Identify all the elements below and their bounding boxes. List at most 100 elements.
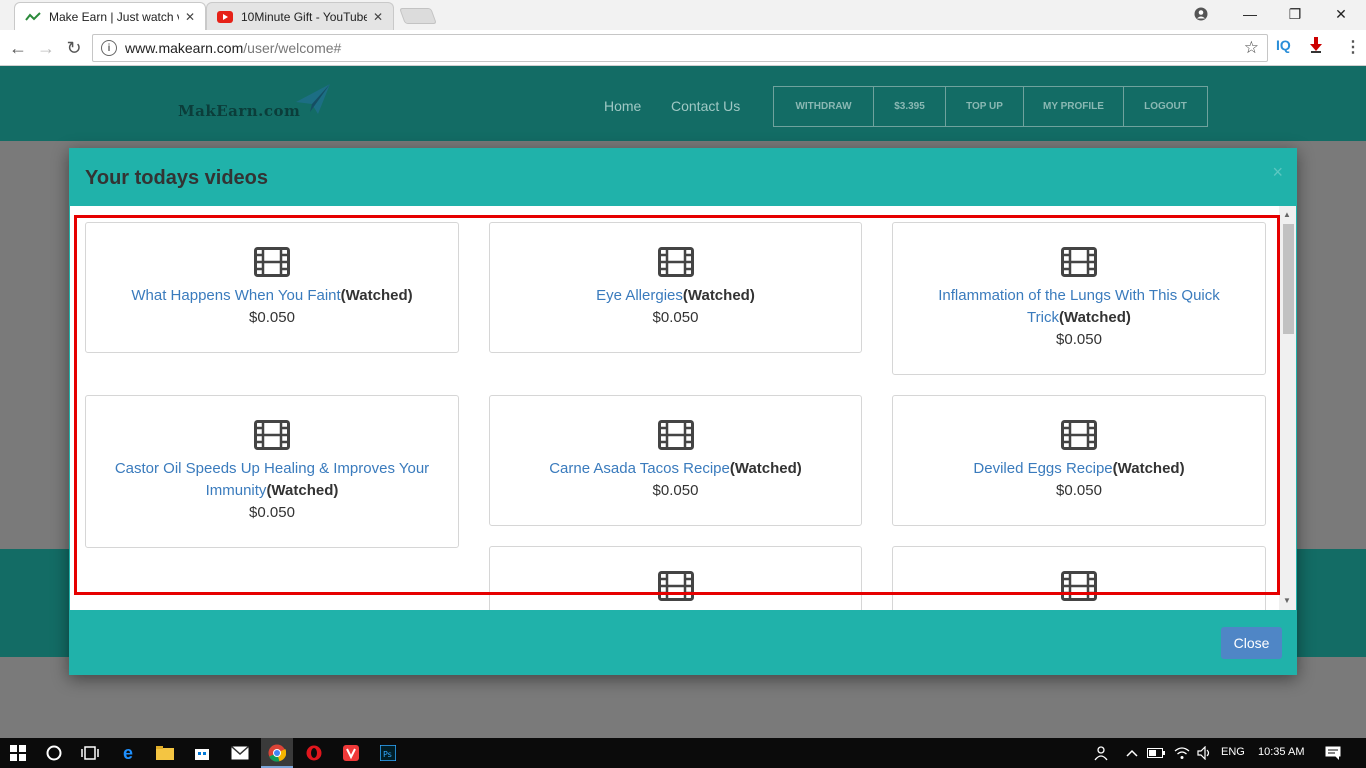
watched-label: (Watched)	[340, 287, 413, 304]
task-view-icon[interactable]	[80, 743, 100, 763]
paper-plane-icon	[296, 84, 330, 114]
browser-tabstrip: Make Earn | Just watch vi ✕ 10Minute Gif…	[0, 0, 1366, 30]
wifi-icon[interactable]	[1172, 743, 1192, 763]
action-center-icon[interactable]	[1323, 743, 1343, 763]
language-indicator[interactable]: ENG	[1221, 746, 1245, 758]
video-link[interactable]: Carne Asada Tacos Recipe	[549, 460, 730, 477]
video-card[interactable]: Inflammation of the Lungs With This Quic…	[892, 222, 1266, 375]
url-host: www.makearn.com	[125, 40, 244, 56]
nav-contact-link[interactable]: Contact Us	[671, 98, 740, 114]
video-card[interactable]: Carne Asada Tacos Recipe(Watched) $0.050	[489, 395, 862, 526]
address-bar[interactable]: i www.makearn.com/user/welcome# ☆	[92, 34, 1268, 62]
video-card[interactable]: What Happens When You Faint(Watched) $0.…	[85, 222, 459, 353]
video-price: $0.050	[1056, 482, 1102, 499]
film-icon	[1061, 247, 1097, 277]
videos-modal: Your todays videos × What Happens When Y…	[69, 148, 1297, 675]
video-title: Carne Asada Tacos Recipe(Watched) $0.050	[500, 458, 851, 502]
url-path: /user/welcome#	[243, 40, 342, 56]
file-explorer-icon[interactable]	[155, 743, 175, 763]
withdraw-button[interactable]: WITHDRAW	[774, 87, 874, 126]
bookmark-star-icon[interactable]: ☆	[1244, 38, 1259, 58]
profile-icon[interactable]	[1189, 4, 1213, 24]
tab-youtube[interactable]: 10Minute Gift - YouTube ✕	[206, 2, 394, 30]
video-price: $0.050	[1056, 331, 1102, 348]
site-info-icon[interactable]: i	[101, 40, 117, 56]
my-profile-button[interactable]: MY PROFILE	[1024, 87, 1124, 126]
tab-close-icon[interactable]: ✕	[373, 10, 383, 24]
film-icon	[1061, 420, 1097, 450]
browser-toolbar: ← → ↻ i www.makearn.com/user/welcome# ☆ …	[0, 30, 1366, 66]
scroll-down-icon[interactable]: ▼	[1283, 596, 1291, 605]
modal-footer: Close	[69, 611, 1297, 675]
watched-label: (Watched)	[1112, 460, 1185, 477]
people-icon[interactable]	[1092, 743, 1112, 763]
menu-dots-icon[interactable]: ⋮	[1345, 37, 1361, 57]
video-link[interactable]: Eye Allergies	[596, 287, 683, 304]
svg-text:Ps: Ps	[383, 750, 392, 759]
video-title: Deviled Eggs Recipe(Watched) $0.050	[903, 458, 1255, 502]
account-button-group: WITHDRAW $3.395 TOP UP MY PROFILE LOGOUT	[773, 86, 1208, 127]
close-button[interactable]: Close	[1221, 627, 1282, 659]
video-price: $0.050	[652, 309, 699, 326]
scroll-up-icon[interactable]: ▲	[1283, 210, 1291, 219]
video-card[interactable]: Deviled Eggs Recipe(Watched) $0.050	[892, 395, 1266, 526]
modal-header: Your todays videos ×	[69, 148, 1297, 206]
video-link[interactable]: Deviled Eggs Recipe	[973, 460, 1112, 477]
nav-home-link[interactable]: Home	[604, 98, 641, 114]
video-price: $0.050	[249, 504, 295, 521]
vivaldi-icon[interactable]	[341, 743, 361, 763]
tray-expand-icon[interactable]	[1122, 743, 1142, 763]
opera-icon[interactable]	[304, 743, 324, 763]
battery-icon[interactable]	[1146, 743, 1166, 763]
watched-label: (Watched)	[266, 482, 339, 499]
top-up-button[interactable]: TOP UP	[946, 87, 1024, 126]
tab-close-icon[interactable]: ✕	[185, 10, 195, 24]
scroll-thumb[interactable]	[1283, 224, 1294, 334]
minimize-icon[interactable]: —	[1238, 4, 1262, 24]
video-link[interactable]: What Happens When You Faint	[131, 287, 340, 304]
modal-title: Your todays videos	[85, 167, 269, 189]
video-card[interactable]	[489, 546, 862, 610]
video-card[interactable]: Eye Allergies(Watched) $0.050	[489, 222, 862, 353]
video-title: Inflammation of the Lungs With This Quic…	[903, 285, 1255, 351]
watched-label: (Watched)	[682, 287, 755, 304]
modal-body: What Happens When You Faint(Watched) $0.…	[70, 206, 1296, 610]
watched-label: (Watched)	[1058, 309, 1131, 326]
iq-extension-icon[interactable]: IQ	[1276, 37, 1291, 53]
modal-close-x-icon[interactable]: ×	[1272, 162, 1283, 183]
forward-icon[interactable]: →	[35, 37, 57, 59]
system-clock[interactable]: 10:35 AM	[1258, 746, 1304, 758]
watched-label: (Watched)	[729, 460, 802, 477]
tab-make-earn[interactable]: Make Earn | Just watch vi ✕	[14, 2, 206, 30]
modal-scrollbar[interactable]: ▲ ▼	[1279, 206, 1296, 610]
balance-button[interactable]: $3.395	[874, 87, 946, 126]
logout-button[interactable]: LOGOUT	[1124, 87, 1207, 126]
restore-icon[interactable]: ❐	[1283, 4, 1307, 24]
photoshop-icon[interactable]: Ps	[378, 743, 398, 763]
film-icon	[254, 420, 290, 450]
new-tab-button[interactable]	[399, 8, 437, 24]
film-icon	[657, 247, 694, 277]
video-title: Castor Oil Speeds Up Healing & Improves …	[96, 458, 448, 524]
reload-icon[interactable]: ↻	[63, 37, 85, 59]
film-icon	[657, 571, 694, 601]
video-price: $0.050	[652, 482, 699, 499]
download-extension-icon[interactable]	[1309, 37, 1323, 56]
back-icon[interactable]: ←	[7, 37, 29, 59]
video-price: $0.050	[249, 309, 295, 326]
makearn-favicon-icon	[25, 9, 41, 25]
video-card[interactable]: Castor Oil Speeds Up Healing & Improves …	[85, 395, 459, 548]
search-circle-icon[interactable]	[44, 743, 64, 763]
volume-icon[interactable]	[1195, 743, 1215, 763]
windows-taskbar: e Ps ENG 10:35 AM	[0, 738, 1366, 768]
video-card[interactable]	[892, 546, 1266, 610]
video-title: Eye Allergies(Watched) $0.050	[500, 285, 851, 329]
site-logo[interactable]: MakEarn.com	[178, 102, 300, 120]
window-close-icon[interactable]: ✕	[1329, 4, 1353, 24]
tab-title: Make Earn | Just watch vi	[49, 9, 179, 24]
chrome-icon[interactable]	[267, 743, 287, 763]
windows-start-icon[interactable]	[8, 743, 28, 763]
mail-icon[interactable]	[230, 743, 250, 763]
store-icon[interactable]	[192, 743, 212, 763]
edge-icon[interactable]: e	[118, 743, 138, 763]
